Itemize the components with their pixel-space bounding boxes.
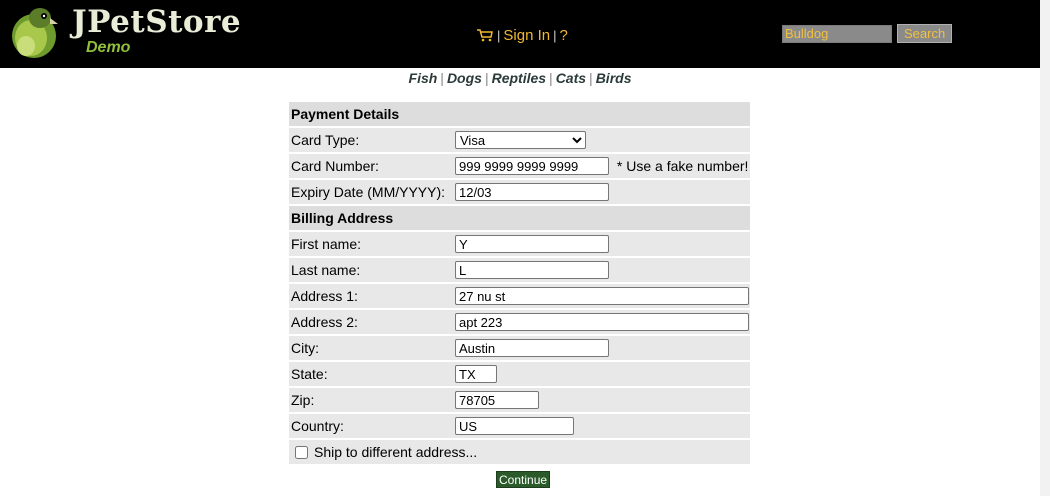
country-row: Country:	[289, 414, 750, 438]
state-row: State:	[289, 362, 750, 386]
help-link[interactable]: ?	[559, 27, 567, 44]
category-quicklinks: Fish | Dogs | Reptiles | Cats | Birds	[0, 70, 1040, 86]
card-type-row: Card Type: Visa	[289, 128, 750, 152]
first-name-label: First name:	[291, 236, 362, 252]
ship-different-row: Ship to different address...	[289, 440, 750, 464]
country-input[interactable]	[455, 417, 574, 435]
section-title: Billing Address	[289, 206, 750, 230]
quicklink-fish[interactable]: Fish	[409, 70, 438, 86]
ship-different-checkbox[interactable]	[295, 445, 308, 459]
city-row: City:	[289, 336, 750, 360]
ship-different-label-wrap[interactable]: Ship to different address...	[295, 444, 750, 460]
jpetstore-logo[interactable]: JPetStore Demo	[6, 2, 246, 62]
zip-input[interactable]	[455, 391, 539, 409]
page-scrollbar[interactable]	[1040, 0, 1050, 496]
ship-different-label: Ship to different address...	[314, 444, 478, 460]
card-type-select[interactable]: Visa	[455, 131, 586, 149]
last-name-label: Last name:	[291, 262, 361, 278]
order-form-table: Payment Details Card Type: Visa Card Num…	[289, 100, 750, 466]
city-label: City:	[291, 340, 319, 356]
card-number-note: * Use a fake number!	[616, 157, 749, 174]
billing-address-header: Billing Address	[289, 206, 750, 230]
address1-input[interactable]	[455, 287, 749, 305]
search-form: Search	[782, 24, 953, 43]
state-label: State:	[291, 366, 328, 382]
card-number-input[interactable]	[455, 157, 609, 175]
card-type-label: Card Type:	[291, 132, 360, 148]
expiry-date-label: Expiry Date (MM/YYYY):	[291, 184, 446, 200]
search-button[interactable]: Search	[897, 24, 953, 43]
last-name-input[interactable]	[455, 261, 609, 279]
address2-row: Address 2:	[289, 310, 750, 334]
city-input[interactable]	[455, 339, 609, 357]
quicklink-separator: |	[549, 70, 553, 86]
quicklink-cats[interactable]: Cats	[556, 70, 586, 86]
state-input[interactable]	[455, 365, 497, 383]
expiry-date-input[interactable]	[455, 183, 609, 201]
address1-row: Address 1:	[289, 284, 750, 308]
menu-separator: |	[553, 27, 557, 43]
section-title: Payment Details	[289, 102, 750, 126]
quicklink-separator: |	[484, 70, 489, 86]
header-bar: JPetStore Demo | Sign In | ? Search	[0, 0, 1040, 68]
card-number-label: Card Number:	[291, 158, 379, 174]
logo-title: JPetStore	[72, 4, 242, 40]
card-number-row: Card Number: * Use a fake number!	[289, 154, 750, 178]
first-name-row: First name:	[289, 232, 750, 256]
quicklink-reptiles[interactable]: Reptiles	[492, 70, 546, 86]
logo-subtitle: Demo	[86, 39, 131, 56]
quicklink-dogs[interactable]: Dogs	[447, 70, 482, 86]
country-label: Country:	[291, 418, 344, 434]
menu-separator: |	[497, 27, 501, 43]
parrot-logo-icon	[12, 8, 58, 58]
quicklink-separator: |	[440, 70, 444, 86]
address2-label: Address 2:	[291, 314, 358, 330]
address1-label: Address 1:	[291, 288, 358, 304]
header-menu: | Sign In | ?	[476, 24, 568, 46]
expiry-date-row: Expiry Date (MM/YYYY):	[289, 180, 750, 204]
first-name-input[interactable]	[455, 235, 609, 253]
quicklink-separator: |	[589, 70, 593, 86]
sign-in-link[interactable]: Sign In	[503, 27, 550, 44]
shopping-cart-icon[interactable]	[476, 28, 494, 42]
search-input[interactable]	[782, 24, 892, 43]
last-name-row: Last name:	[289, 258, 750, 282]
zip-label: Zip:	[291, 392, 315, 408]
continue-button[interactable]: Continue	[496, 471, 551, 488]
payment-details-header: Payment Details	[289, 102, 750, 126]
address2-input[interactable]	[455, 313, 749, 331]
quicklink-birds[interactable]: Birds	[596, 70, 632, 86]
zip-row: Zip:	[289, 388, 750, 412]
